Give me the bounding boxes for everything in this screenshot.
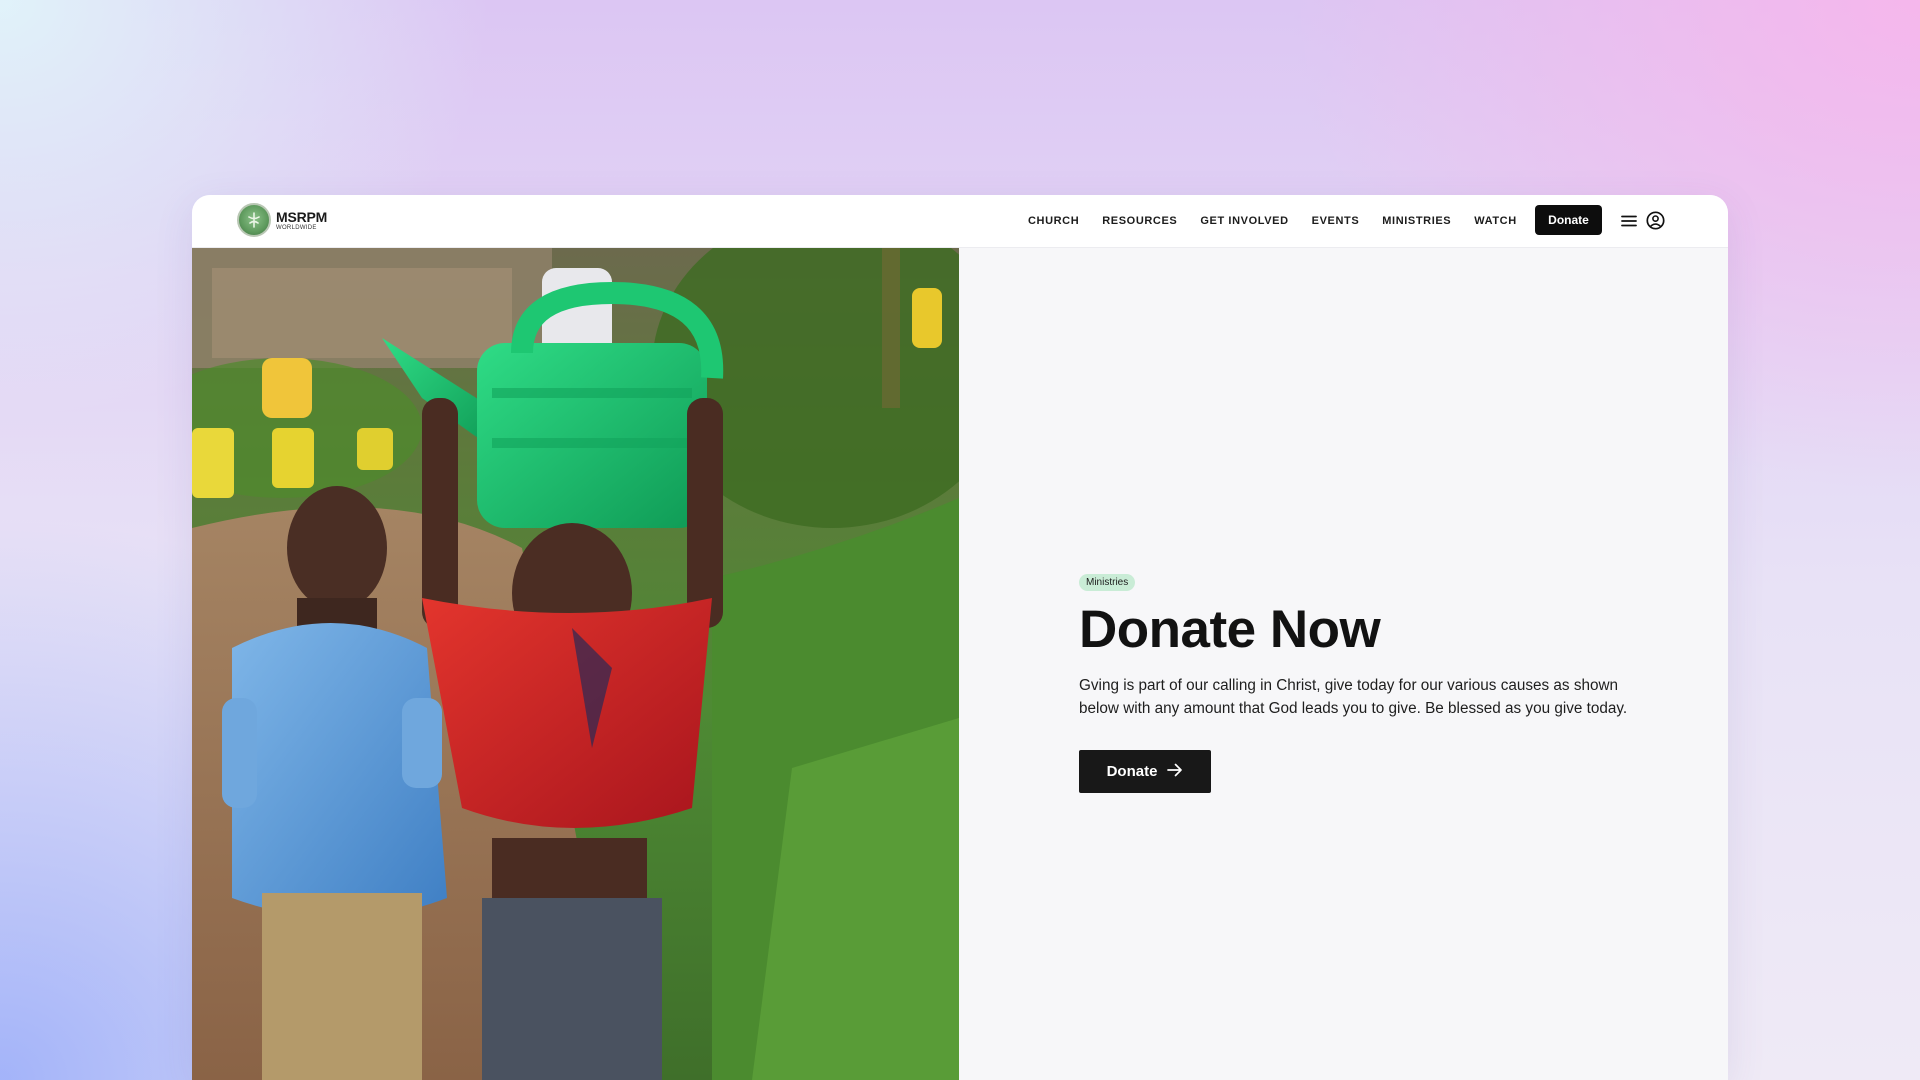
logo-subtitle: WORLDWIDE — [276, 224, 317, 231]
header-donate-button[interactable]: Donate — [1535, 205, 1602, 235]
donate-button[interactable]: Donate — [1079, 750, 1211, 794]
nav-item-ministries[interactable]: MINISTRIES — [1382, 215, 1451, 227]
site-header: MSRPM WORLDWIDE CHURCH RESOURCES GET INV… — [192, 195, 1728, 248]
hero-photo — [192, 248, 959, 1080]
logo-emblem-icon — [237, 203, 271, 237]
nav-item-events[interactable]: EVENTS — [1312, 215, 1360, 227]
browser-frame: MSRPM WORLDWIDE CHURCH RESOURCES GET INV… — [192, 195, 1728, 1080]
nav-item-watch[interactable]: WATCH — [1474, 215, 1517, 227]
hero-description: Gving is part of our calling in Christ, … — [1079, 677, 1628, 718]
nav-item-resources[interactable]: RESOURCES — [1102, 215, 1177, 227]
nav-item-church[interactable]: CHURCH — [1028, 215, 1079, 227]
donate-button-label: Donate — [1106, 763, 1158, 781]
category-badge: Ministries — [1079, 574, 1136, 591]
hamburger-menu-icon[interactable] — [1620, 212, 1638, 230]
logo-name: MSRPM — [276, 208, 328, 225]
site-logo[interactable]: MSRPM WORLDWIDE — [237, 203, 327, 237]
hero-content: Ministries Donate Now Gving is part of o… — [1079, 572, 1659, 794]
user-circle-icon[interactable] — [1646, 211, 1665, 230]
main-nav: CHURCH RESOURCES GET INVOLVED EVENTS MIN… — [1028, 195, 1540, 247]
nav-item-get-involved[interactable]: GET INVOLVED — [1200, 215, 1288, 227]
page-title: Donate Now — [1079, 600, 1381, 659]
arrow-right-icon — [1167, 763, 1183, 781]
